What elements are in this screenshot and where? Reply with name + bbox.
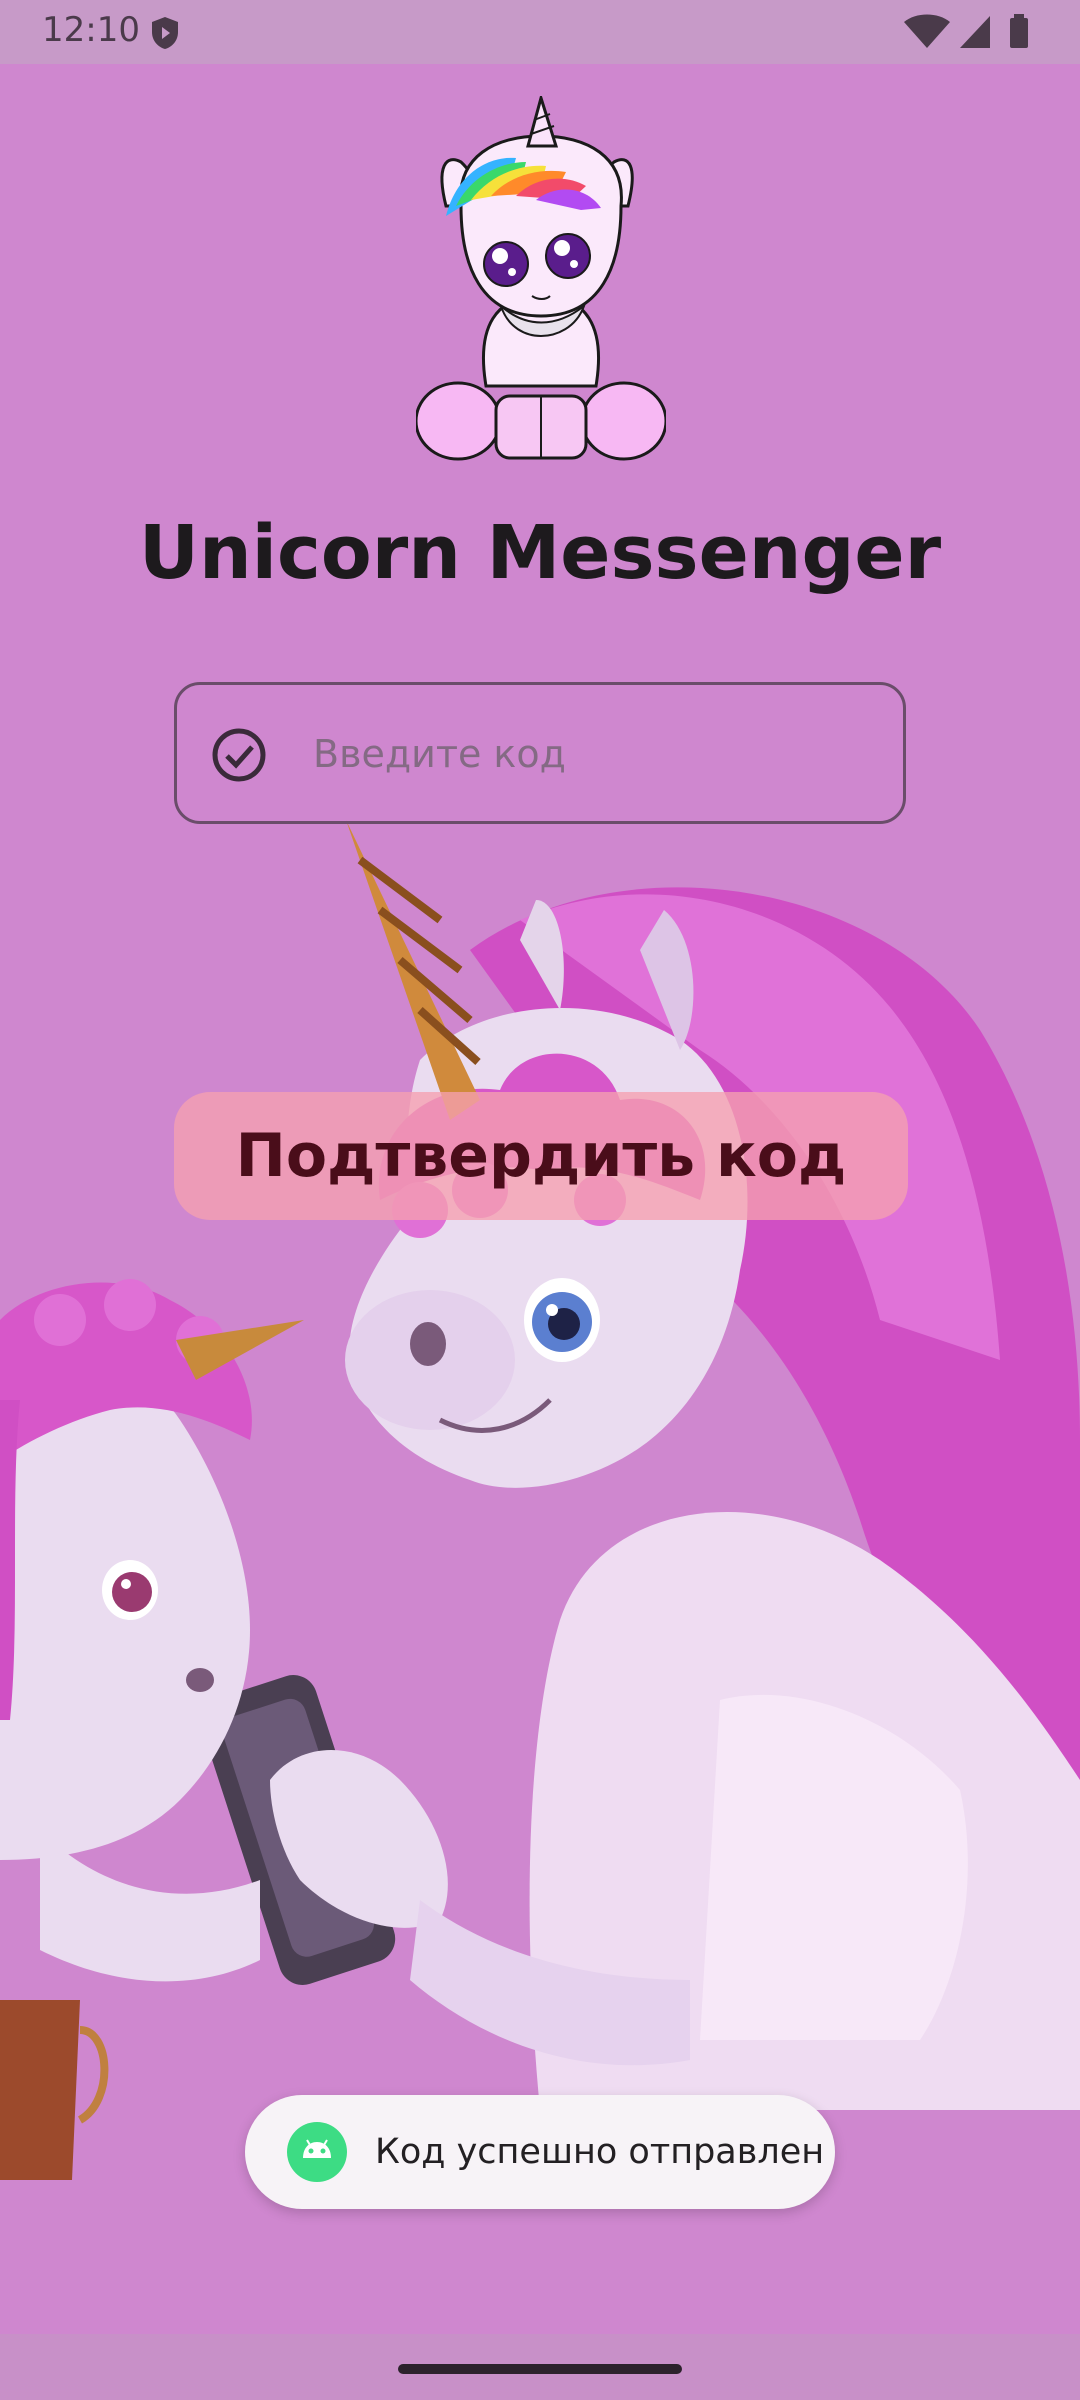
wifi-icon (904, 14, 950, 48)
android-icon (287, 2122, 347, 2182)
shield-icon (152, 17, 178, 49)
status-icons (904, 14, 1028, 48)
toast: Код успешно отправлен (245, 2095, 835, 2209)
status-bar: 12:10 (0, 0, 1080, 64)
code-input-container[interactable] (174, 682, 906, 824)
check-circle-icon (212, 728, 266, 782)
signal-icon (960, 16, 990, 48)
unicorn-logo (416, 96, 666, 461)
status-time: 12:10 (42, 10, 140, 50)
code-input[interactable] (311, 685, 875, 823)
unicorns-illustration (0, 820, 1080, 2180)
home-indicator[interactable] (398, 2364, 682, 2374)
battery-icon (1010, 14, 1028, 48)
toast-message: Код успешно отправлен (375, 2132, 825, 2172)
confirm-code-button[interactable]: Подтвердить код (174, 1092, 908, 1220)
app-title: Unicorn Messenger (138, 510, 942, 596)
